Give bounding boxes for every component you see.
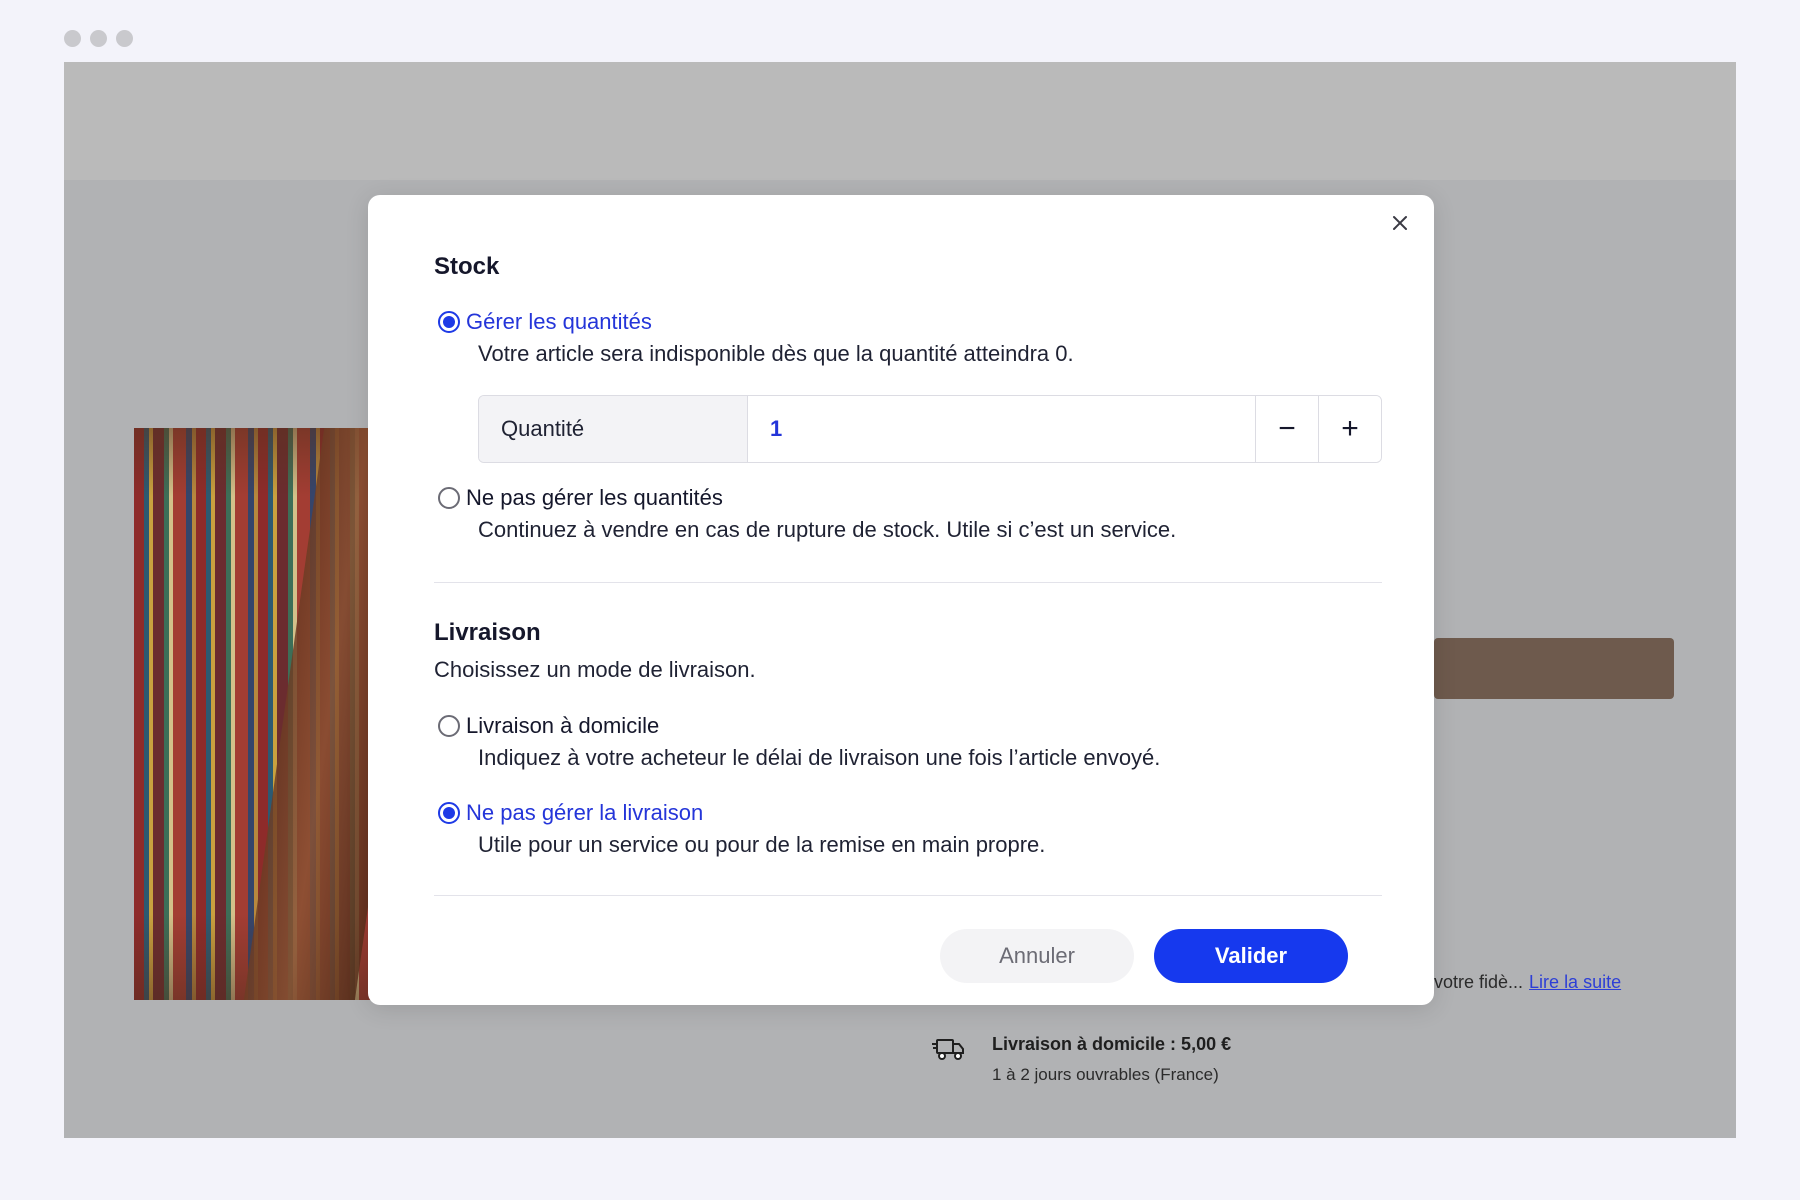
product-image-strap [242,428,374,1000]
close-icon [1393,216,1407,230]
radio-manage-quantities[interactable]: Gérer les quantités [438,309,652,335]
radio-indicator-checked[interactable] [438,311,460,333]
delivery-price-title: Livraison à domicile : 5,00 € [992,1034,1232,1054]
close-button[interactable] [1386,209,1414,237]
radio-label: Ne pas gérer la livraison [466,800,704,825]
truck-icon [932,1039,964,1060]
radio-no-delivery[interactable]: Ne pas gérer la livraison [438,800,703,826]
footer-divider [434,895,1382,896]
delivery-section-title: Livraison [434,619,541,646]
window-dot-minimize[interactable] [90,30,107,47]
window-controls [64,30,133,47]
radio-description: Indiquez à votre acheteur le délai de li… [478,745,1161,770]
background-delivery-info: Livraison à domicile : 5,00 € 1 à 2 jour… [932,1034,1231,1085]
background-description: votre fidè... Lire la suite [1434,972,1621,993]
window-dot-close[interactable] [64,30,81,47]
stock-section-title: Stock [434,253,500,280]
section-divider [434,582,1382,583]
increment-button[interactable]: + [1318,396,1381,462]
radio-home-delivery[interactable]: Livraison à domicile [438,713,659,739]
radio-description: Votre article sera indisponible dès que … [478,341,1074,366]
quantity-label: Quantité [479,396,748,462]
radio-description: Continuez à vendre en cas de rupture de … [478,517,1177,542]
radio-no-manage-quantities[interactable]: Ne pas gérer les quantités [438,485,723,511]
radio-label: Gérer les quantités [466,309,652,334]
background-action-bar [1434,638,1674,699]
window-dot-maximize[interactable] [116,30,133,47]
product-image [134,428,374,1000]
radio-label: Ne pas gérer les quantités [466,485,723,510]
confirm-button[interactable]: Valider [1154,929,1348,983]
radio-indicator-checked[interactable] [438,802,460,824]
quantity-stepper: Quantité − + [478,395,1382,463]
radio-description: Utile pour un service ou pour de la remi… [478,832,1046,857]
description-snippet: votre fidè... [1434,972,1524,992]
app-header [64,62,1736,180]
delivery-time-subtitle: 1 à 2 jours ouvrables (France) [992,1065,1219,1084]
radio-indicator-unchecked[interactable] [438,715,460,737]
quantity-input[interactable] [748,396,1255,462]
radio-label: Livraison à domicile [466,713,660,738]
delivery-subtitle: Choisissez un mode de livraison. [434,657,756,682]
settings-modal: Stock Gérer les quantités Votre article … [368,195,1434,1005]
decrement-button[interactable]: − [1255,396,1318,462]
radio-indicator-unchecked[interactable] [438,487,460,509]
cancel-button[interactable]: Annuler [940,929,1134,983]
read-more-link[interactable]: Lire la suite [1529,972,1621,992]
